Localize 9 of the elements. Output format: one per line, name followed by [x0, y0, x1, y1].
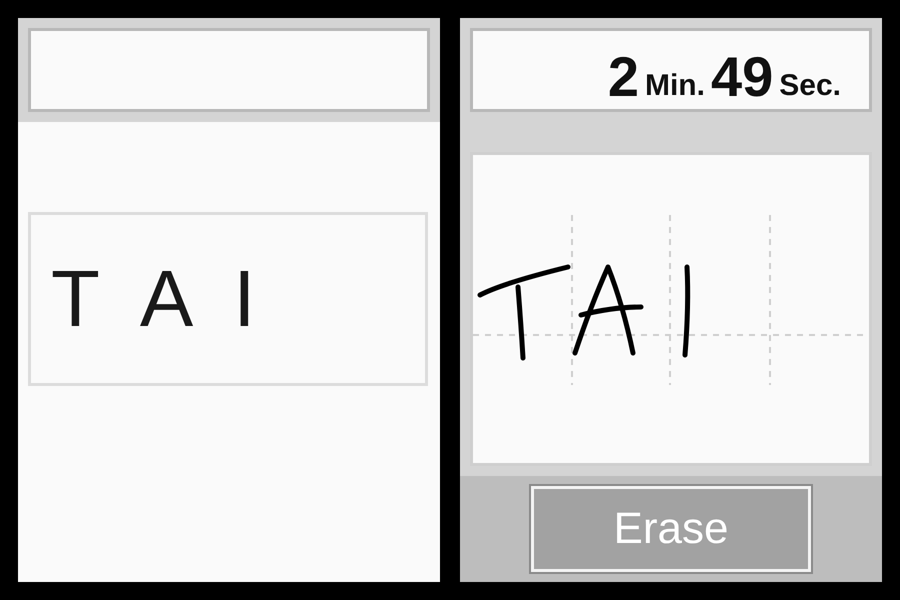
word-letter: I — [233, 259, 256, 339]
timer-minutes-unit: Min. — [644, 71, 705, 101]
timer-seconds-unit: Sec. — [779, 71, 841, 101]
word-letter: A — [140, 259, 194, 339]
writing-pad[interactable] — [470, 152, 872, 466]
word-letter: T — [51, 259, 100, 339]
timer-seconds: 49 — [710, 49, 774, 105]
erase-button[interactable]: Erase — [531, 486, 811, 572]
timer-minutes: 2 — [608, 49, 639, 105]
